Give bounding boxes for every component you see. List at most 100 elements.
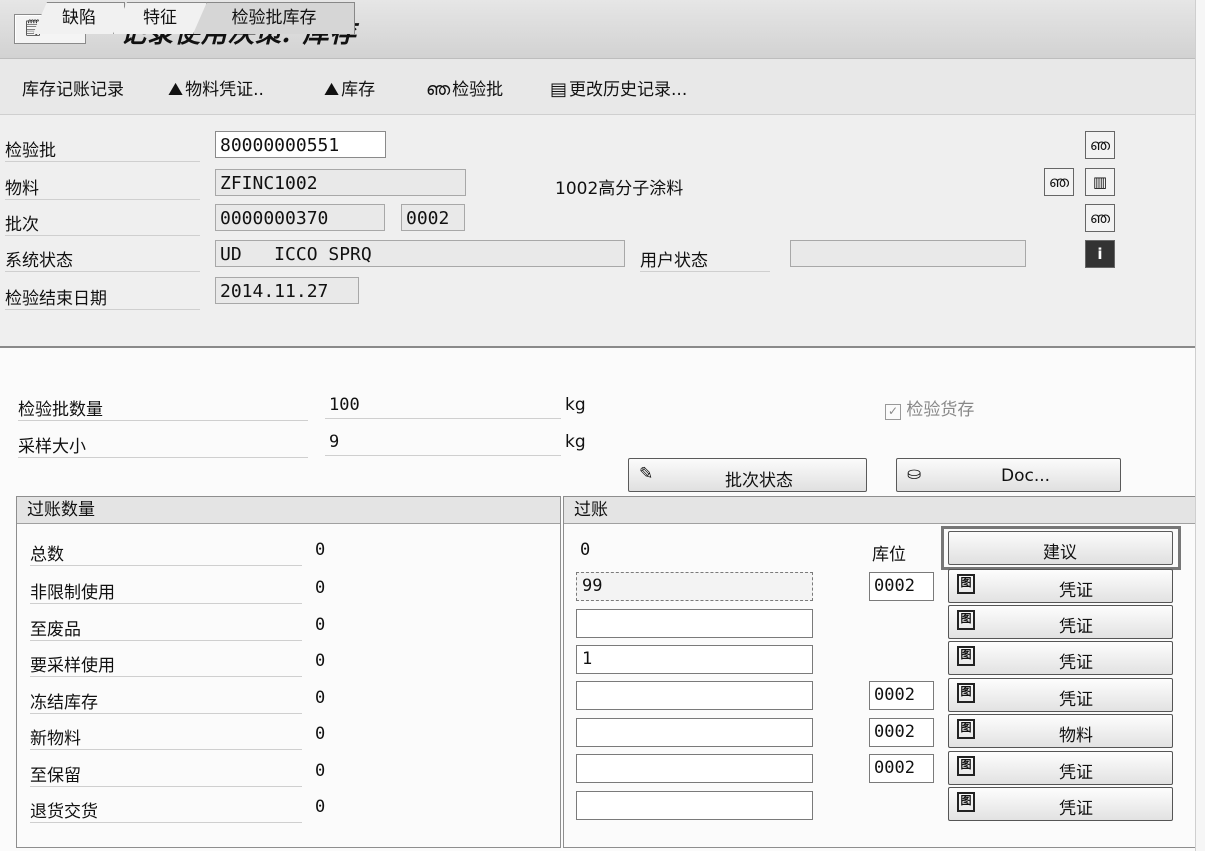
checkbox-label: 检验货存 xyxy=(906,400,975,420)
info-button[interactable]: i xyxy=(1085,240,1115,268)
toolbar-label: 库存记账记录 xyxy=(22,80,124,100)
inspection-end-date-label: 检验结束日期 xyxy=(5,284,200,310)
scrap-qty-input[interactable] xyxy=(576,609,813,638)
document-icon: 图 xyxy=(957,574,975,594)
people-icon: ⛰ xyxy=(324,79,340,100)
document-icon: 图 xyxy=(957,646,975,666)
button-label: 建议 xyxy=(1043,543,1077,563)
batch-label: 批次 xyxy=(5,210,200,236)
row-return-label: 退货交货 xyxy=(30,797,302,823)
info-icon: i xyxy=(1097,245,1103,263)
reserve-document-button[interactable]: 图 凭证 xyxy=(948,751,1173,785)
stock-button[interactable]: ⛰ 库存 xyxy=(324,75,375,100)
copy-button[interactable]: ▥ xyxy=(1085,168,1115,196)
document-icon: 图 xyxy=(957,683,975,703)
material-document-button[interactable]: ⛰ 物料凭证.. xyxy=(168,75,264,100)
inspection-stock-checkbox[interactable]: ✓ 检验货存 xyxy=(885,395,974,420)
return-document-button[interactable]: 图 凭证 xyxy=(948,787,1173,821)
return-qty-input[interactable] xyxy=(576,791,813,820)
inspection-lot-button[interactable]: ഞ 检验批 xyxy=(426,75,503,100)
system-status-field[interactable]: UD ICCO SPRQ xyxy=(215,240,625,267)
proposal-button[interactable]: 建议 xyxy=(948,531,1173,565)
posted-quantities-title: 过账数量 xyxy=(17,497,560,524)
row-reserve-label: 至保留 xyxy=(30,761,302,787)
document-icon: 图 xyxy=(957,719,975,739)
blocked-sloc-input[interactable]: 0002 xyxy=(869,681,934,710)
toolbar-label: 库存 xyxy=(341,80,376,100)
new-material-sloc-input[interactable]: 0002 xyxy=(869,718,934,747)
new-material-button[interactable]: 图 物料 xyxy=(948,714,1173,748)
button-label: 凭证 xyxy=(1059,690,1093,710)
system-status-label: 系统状态 xyxy=(5,246,200,272)
lot-quantity-underline xyxy=(325,418,561,419)
user-status-field[interactable] xyxy=(790,240,1026,267)
people-icon: ⛰ xyxy=(168,79,184,100)
row-scrap-value: 0 xyxy=(315,615,326,635)
batch-field[interactable]: 0000000370 xyxy=(215,204,385,231)
sample-size-underline xyxy=(325,455,561,456)
row-reserve-value: 0 xyxy=(315,761,326,781)
row-total-value: 0 xyxy=(315,540,326,560)
material-description: 1002高分子涂料 xyxy=(555,179,684,199)
posting-title: 过账 xyxy=(564,497,1195,524)
tab-label: 特征 xyxy=(143,8,177,28)
document-icon: 图 xyxy=(957,792,975,812)
row-blocked-label: 冻结库存 xyxy=(30,688,302,714)
row-sample-label: 要采样使用 xyxy=(30,651,302,677)
material-label: 物料 xyxy=(5,174,200,200)
plant-field[interactable]: 0002 xyxy=(401,204,465,231)
display-material-button[interactable]: ഞ xyxy=(1044,168,1074,196)
toolbar-label: 检验批 xyxy=(452,80,504,100)
glasses-icon: ഞ xyxy=(1048,173,1070,191)
tab-characteristics[interactable]: 特征 xyxy=(113,2,207,34)
change-history-button[interactable]: ▤ 更改历史记录... xyxy=(550,75,687,100)
button-label: Doc... xyxy=(1001,466,1051,486)
copy-icon: ▥ xyxy=(1092,173,1108,191)
button-label: 凭证 xyxy=(1059,581,1093,601)
row-new-material-value: 0 xyxy=(315,724,326,744)
batch-status-button[interactable]: ✎ 批次状态 xyxy=(628,458,867,492)
row-total-label: 总数 xyxy=(30,540,302,566)
tab-defects[interactable]: 缺陷 xyxy=(33,2,125,34)
glasses-icon: ഞ xyxy=(1089,136,1111,154)
unrestricted-sloc-input[interactable]: 0002 xyxy=(869,572,934,601)
new-material-qty-input[interactable] xyxy=(576,718,813,747)
tab-label: 检验批库存 xyxy=(231,8,317,28)
window-right-edge xyxy=(1195,0,1205,851)
blocked-document-button[interactable]: 图 凭证 xyxy=(948,678,1173,712)
blocked-qty-input[interactable] xyxy=(576,681,813,710)
user-status-label: 用户状态 xyxy=(640,246,770,272)
reserve-qty-input[interactable] xyxy=(576,754,813,783)
button-label: 凭证 xyxy=(1059,799,1093,819)
document-icon: ⛀ xyxy=(907,464,922,484)
row-unrestricted-label: 非限制使用 xyxy=(30,578,302,604)
sample-size-value: 9 xyxy=(329,432,340,452)
material-field[interactable]: ZFINC1002 xyxy=(215,169,466,196)
scrap-document-button[interactable]: 图 凭证 xyxy=(948,605,1173,639)
display-inspection-lot-button[interactable]: ഞ xyxy=(1085,131,1115,159)
row-sample-value: 0 xyxy=(315,651,326,671)
sample-qty-input[interactable]: 1 xyxy=(576,645,813,674)
row-scrap-label: 至废品 xyxy=(30,615,302,641)
sample-document-button[interactable]: 图 凭证 xyxy=(948,641,1173,675)
toolbar-label: 更改历史记录... xyxy=(569,80,688,100)
display-batch-button[interactable]: ഞ xyxy=(1085,204,1115,232)
button-label: 凭证 xyxy=(1059,763,1093,783)
tab-label: 缺陷 xyxy=(62,8,96,28)
inspection-lot-field[interactable]: 80000000551 xyxy=(215,131,386,158)
stock-posting-records-button[interactable]: 库存记账记录 xyxy=(22,75,124,100)
tab-inspection-lot-stock[interactable]: 检验批库存 xyxy=(193,2,355,34)
unrestricted-qty-input[interactable]: 99 xyxy=(576,572,813,601)
button-label: 凭证 xyxy=(1059,653,1093,673)
reserve-sloc-input[interactable]: 0002 xyxy=(869,754,934,783)
row-blocked-value: 0 xyxy=(315,688,326,708)
unrestricted-document-button[interactable]: 图 凭证 xyxy=(948,569,1173,603)
inspection-end-date-field[interactable]: 2014.11.27 xyxy=(215,277,359,304)
row-return-value: 0 xyxy=(315,797,326,817)
glasses-icon: ഞ xyxy=(426,79,451,100)
button-label: 凭证 xyxy=(1059,617,1093,637)
sample-size-label: 采样大小 xyxy=(18,432,308,458)
document-icon: 图 xyxy=(957,610,975,630)
doc-button[interactable]: ⛀ Doc... xyxy=(896,458,1121,492)
inspection-lot-label: 检验批 xyxy=(5,136,200,162)
